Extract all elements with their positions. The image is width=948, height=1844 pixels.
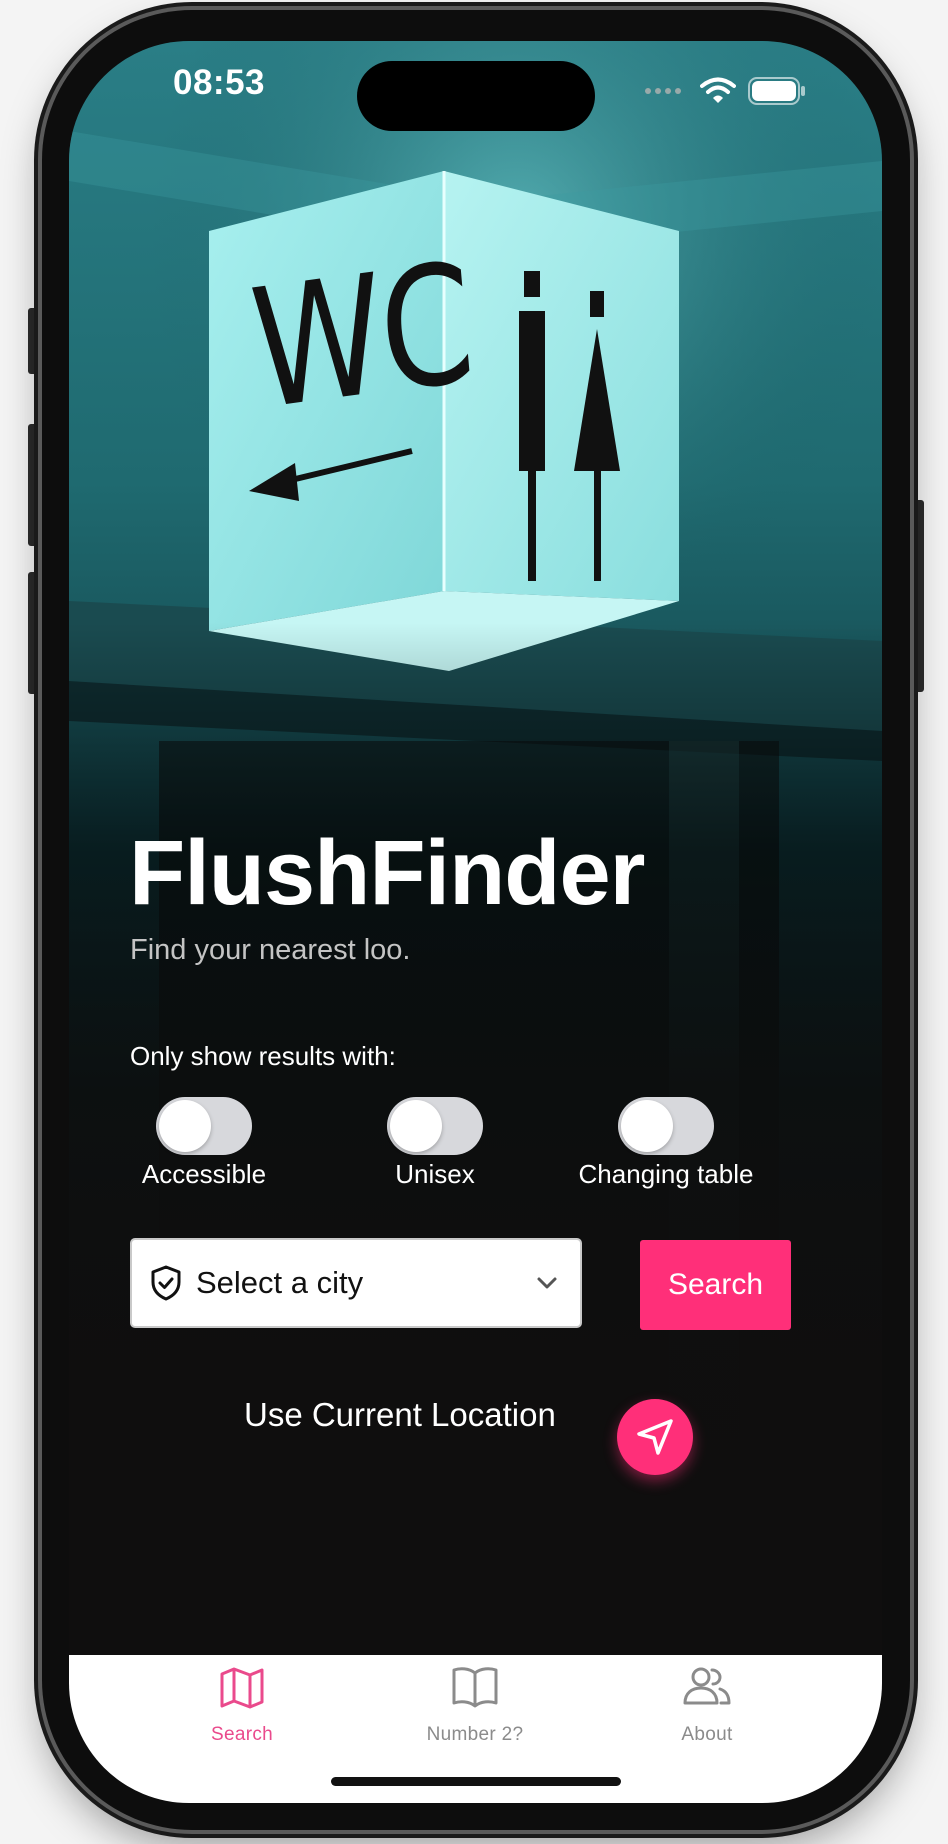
cellular-icon <box>645 88 681 94</box>
search-button[interactable]: Search <box>640 1240 791 1330</box>
filter-heading: Only show results with: <box>130 1041 396 1071</box>
tab-about[interactable]: About <box>607 1655 807 1746</box>
power-button <box>910 500 924 692</box>
map-icon <box>142 1665 342 1717</box>
changing-table-toggle[interactable] <box>618 1097 714 1155</box>
status-icons <box>644 77 806 105</box>
book-icon <box>375 1665 575 1717</box>
volume-down-button <box>28 572 42 694</box>
changing-table-filter: Changing table <box>556 1097 776 1190</box>
status-time: 08:53 <box>173 63 266 102</box>
wifi-icon <box>700 77 736 103</box>
tab-about-label: About <box>681 1724 733 1745</box>
unisex-filter: Unisex <box>325 1097 545 1190</box>
use-location-label: Use Current Location <box>244 1396 556 1433</box>
accessible-filter: Accessible <box>94 1097 314 1190</box>
accessible-toggle[interactable] <box>156 1097 252 1155</box>
unisex-toggle[interactable] <box>387 1097 483 1155</box>
toggle-knob <box>621 1100 673 1152</box>
app-screen: WC 08:53 F <box>69 41 882 1803</box>
app-title: FlushFinder <box>129 822 645 924</box>
tab-number-2[interactable]: Number 2? <box>375 1655 575 1746</box>
navigation-arrow-icon <box>637 1419 673 1455</box>
use-location-button[interactable] <box>617 1399 693 1475</box>
tab-search[interactable]: Search <box>142 1655 342 1746</box>
app-subtitle: Find your nearest loo. <box>130 934 411 966</box>
chevron-down-icon <box>536 1276 558 1290</box>
shield-check-icon <box>150 1265 182 1301</box>
battery-icon <box>748 77 805 105</box>
changing-table-label: Changing table <box>578 1159 754 1189</box>
tab-number-2-label: Number 2? <box>426 1724 524 1745</box>
city-select[interactable]: Select a city <box>130 1238 582 1328</box>
city-select-value: Select a city <box>196 1265 364 1300</box>
toggle-knob <box>159 1100 211 1152</box>
home-indicator <box>331 1777 621 1786</box>
unisex-label: Unisex <box>395 1159 475 1189</box>
dynamic-island <box>357 61 595 131</box>
volume-up-button <box>28 424 42 546</box>
tab-search-label: Search <box>210 1724 273 1745</box>
toggle-knob <box>390 1100 442 1152</box>
users-icon <box>607 1665 807 1717</box>
action-button <box>28 308 42 374</box>
accessible-label: Accessible <box>141 1159 267 1189</box>
